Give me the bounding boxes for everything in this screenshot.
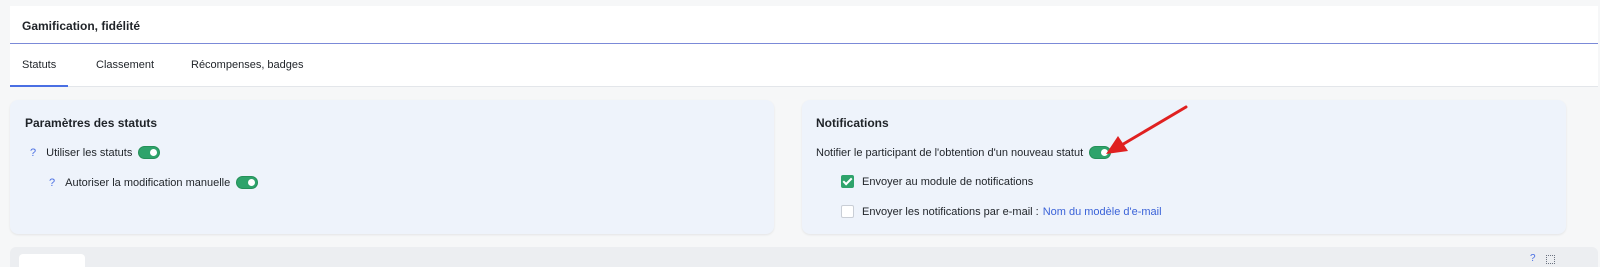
page-title: Gamification, fidélité: [22, 19, 141, 33]
bottom-panel: ?: [10, 247, 1598, 267]
manual-edit-toggle[interactable]: [236, 176, 259, 189]
send-email-row: Envoyer les notifications par e-mail : N…: [841, 205, 1162, 218]
use-statuses-row: ? Utiliser les statuts: [30, 146, 161, 159]
email-template-link[interactable]: Nom du modèle d'e-mail: [1043, 206, 1162, 218]
help-icon[interactable]: ?: [1530, 253, 1536, 264]
tab-bar: Statuts Classement Récompenses, badges: [10, 44, 1598, 87]
tab-recompenses-badges[interactable]: Récompenses, badges: [179, 44, 316, 87]
notifications-title: Notifications: [816, 116, 889, 130]
status-params-card: Paramètres des statuts ? Utiliser les st…: [10, 100, 774, 234]
send-to-module-checkbox[interactable]: [841, 175, 854, 188]
manual-edit-label: Autoriser la modification manuelle: [65, 176, 231, 189]
send-to-module-row: Envoyer au module de notifications: [841, 175, 1033, 188]
send-to-module-label: Envoyer au module de notifications: [862, 175, 1034, 188]
status-params-title: Paramètres des statuts: [25, 116, 158, 130]
tab-statuts[interactable]: Statuts: [10, 44, 69, 87]
help-icon[interactable]: ?: [49, 177, 55, 189]
notify-new-status-row: Notifier le participant de l'obtention d…: [816, 146, 1112, 159]
annotation-arrow-icon: [1106, 105, 1188, 154]
manual-edit-row: ? Autoriser la modification manuelle: [49, 176, 259, 189]
page-header: Gamification, fidélité: [10, 6, 1598, 44]
grid-settings-icon[interactable]: [1546, 255, 1555, 264]
tab-classement[interactable]: Classement: [84, 44, 166, 87]
bottom-tab[interactable]: [19, 254, 85, 267]
notify-new-status-label: Notifier le participant de l'obtention d…: [816, 146, 1084, 159]
send-email-checkbox[interactable]: [841, 205, 854, 218]
use-statuses-toggle[interactable]: [138, 146, 161, 159]
send-email-label: Envoyer les notifications par e-mail :: [862, 205, 1039, 218]
use-statuses-label: Utiliser les statuts: [46, 146, 133, 159]
help-icon[interactable]: ?: [30, 147, 36, 159]
